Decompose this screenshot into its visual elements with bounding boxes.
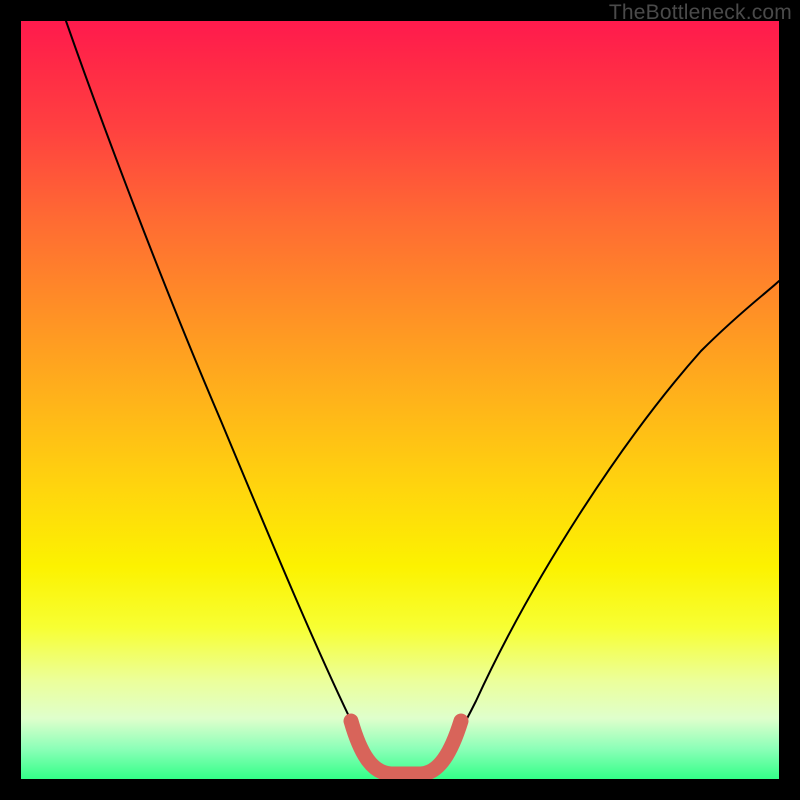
curve-layer (21, 21, 779, 779)
plot-area (21, 21, 779, 779)
chart-frame: TheBottleneck.com (0, 0, 800, 800)
watermark-text: TheBottleneck.com (609, 1, 792, 25)
bottleneck-curve (66, 21, 779, 774)
valley-highlight (351, 721, 461, 774)
